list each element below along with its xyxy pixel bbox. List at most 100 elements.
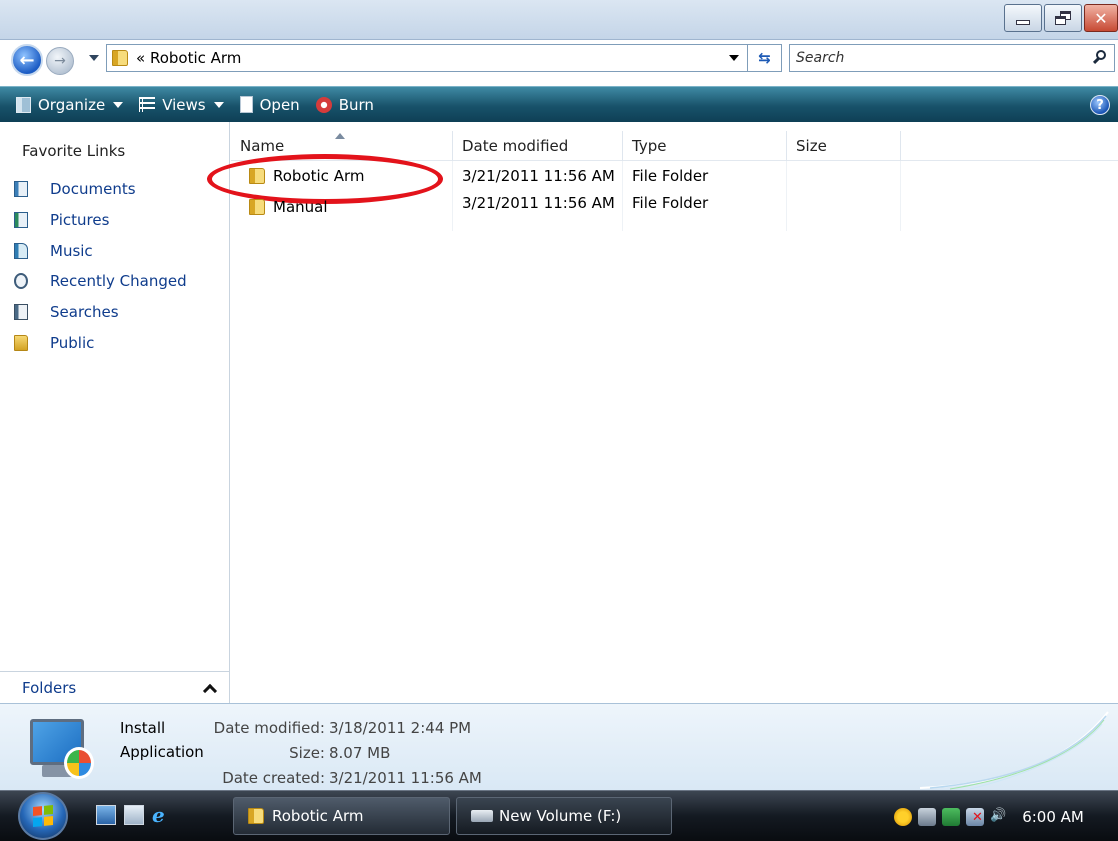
views-icon [139,97,156,112]
column-headers: Name Date modified Type Size [231,131,1118,161]
public-folder-icon [14,334,28,351]
refresh-button[interactable]: ⇆ [748,44,782,72]
column-header-type[interactable]: Type [623,131,787,161]
date-created-label: Date created: [222,769,325,787]
usb-device-icon[interactable] [918,807,936,826]
views-label: Views [162,95,206,114]
quick-launch: e [96,805,172,825]
favorite-link-recently-changed[interactable]: Recently Changed [14,266,187,297]
column-header-size[interactable]: Size [787,131,901,161]
date-modified-label: Date modified: [213,719,325,737]
search-input[interactable] [796,50,1076,66]
column-header-name[interactable]: Name [231,131,453,161]
search-box[interactable] [789,44,1115,72]
folder-icon [112,50,128,66]
folders-label: Folders [22,678,77,697]
favorite-link-label: Music [50,241,93,260]
start-button[interactable] [18,792,68,840]
clock[interactable]: 6:00 AM [1022,808,1084,826]
navigation-pane: Favorite Links Documents Pictures Music … [0,122,230,703]
chevron-down-icon [213,101,224,108]
favorite-link-music[interactable]: Music [14,235,187,266]
favorite-link-searches[interactable]: Searches [14,297,187,328]
open-icon [239,96,253,113]
minimize-button[interactable] [1004,4,1042,32]
help-icon: ? [1096,97,1104,113]
forward-button[interactable]: → [46,47,74,75]
favorite-links-header: Favorite Links [22,142,126,160]
selected-item-name-line2: Application [120,743,204,761]
back-button[interactable]: ← [11,44,43,76]
file-row[interactable]: Manual 3/21/2011 11:56 AM File Folder [231,189,901,216]
music-icon [14,242,28,259]
search-icon[interactable] [1092,49,1108,67]
selected-item-name: Install Application [120,716,215,764]
decorative-swoosh-icon [920,711,1109,790]
views-button[interactable]: Views [139,90,224,120]
details-pane: Install Application Date modified: 3/18/2… [0,703,1118,790]
open-label: Open [259,95,300,114]
internet-explorer-icon[interactable]: e [152,805,172,825]
file-list-pane: Name Date modified Type Size Robotic Arm… [207,122,1118,703]
close-button[interactable]: ✕ [1084,4,1118,32]
command-bar: Organize Views Open Burn ? [0,86,1118,122]
documents-icon [14,181,28,198]
open-button[interactable]: Open [239,90,300,120]
network-icon[interactable] [942,807,960,826]
security-shield-icon[interactable] [894,807,912,826]
file-date-modified: 3/21/2011 11:56 AM [462,193,615,212]
address-bar[interactable]: « Robotic Arm [106,44,748,72]
taskbar-button-new-volume[interactable]: New Volume (F:) [456,797,672,835]
file-name-cell: Manual [231,194,453,216]
favorite-link-label: Public [50,333,95,352]
forward-arrow-icon: → [54,53,66,69]
maximize-icon [1055,11,1071,25]
favorite-link-pictures[interactable]: Pictures [14,205,187,236]
burn-button[interactable]: Burn [315,90,374,120]
file-row[interactable]: Robotic Arm 3/21/2011 11:56 AM File Fold… [207,153,901,204]
favorite-links-list: Documents Pictures Music Recently Change… [14,174,187,358]
taskbar-button-label: Robotic Arm [272,807,364,825]
file-name: Manual [273,197,328,216]
pictures-icon [14,212,28,229]
recently-changed-icon [14,273,28,290]
taskbar-button-robotic-arm[interactable]: Robotic Arm [233,797,450,835]
column-header-label: Size [796,137,827,155]
organize-button[interactable]: Organize [16,90,124,120]
folder-icon [249,198,265,215]
show-desktop-icon[interactable] [96,805,116,825]
address-dropdown-icon[interactable] [729,55,739,61]
window-controls: ✕ [1002,4,1118,32]
burn-disc-icon [315,96,332,113]
folders-toggle[interactable]: Folders [0,671,229,703]
favorite-link-public[interactable]: Public [14,327,187,358]
size-value: 8.07 MB [329,744,391,762]
selected-item-properties: Date modified: 3/18/2011 2:44 PM Size: 8.0… [213,716,482,791]
file-type: File Folder [632,166,709,185]
favorite-link-label: Documents [50,180,136,199]
volume-icon[interactable]: 🔊 [990,808,1006,826]
searches-icon [14,304,28,321]
date-modified-value: 3/18/2011 2:44 PM [329,719,472,737]
favorite-link-label: Pictures [50,211,110,230]
file-rows: Robotic Arm 3/21/2011 11:56 AM File Fold… [207,153,901,216]
folder-icon [249,167,265,184]
close-icon: ✕ [1094,8,1108,28]
drive-icon [471,810,493,822]
sort-ascending-icon [335,133,345,139]
column-header-date-modified[interactable]: Date modified [453,131,623,161]
folder-icon [248,808,264,824]
size-label: Size: [289,744,325,762]
switch-windows-icon[interactable] [124,805,144,825]
address-row: ← → « Robotic Arm ⇆ [0,40,1118,76]
maximize-button[interactable] [1044,4,1082,32]
network-disconnected-icon[interactable] [966,807,984,826]
file-name: Robotic Arm [273,166,365,185]
help-button[interactable]: ? [1090,95,1110,115]
install-application-icon [26,713,98,785]
favorite-link-documents[interactable]: Documents [14,174,187,205]
column-header-label: Type [632,137,667,155]
selected-item-name-line1: Install [120,719,166,737]
recent-pages-dropdown[interactable] [89,55,99,61]
title-bar: ✕ [0,0,1118,40]
